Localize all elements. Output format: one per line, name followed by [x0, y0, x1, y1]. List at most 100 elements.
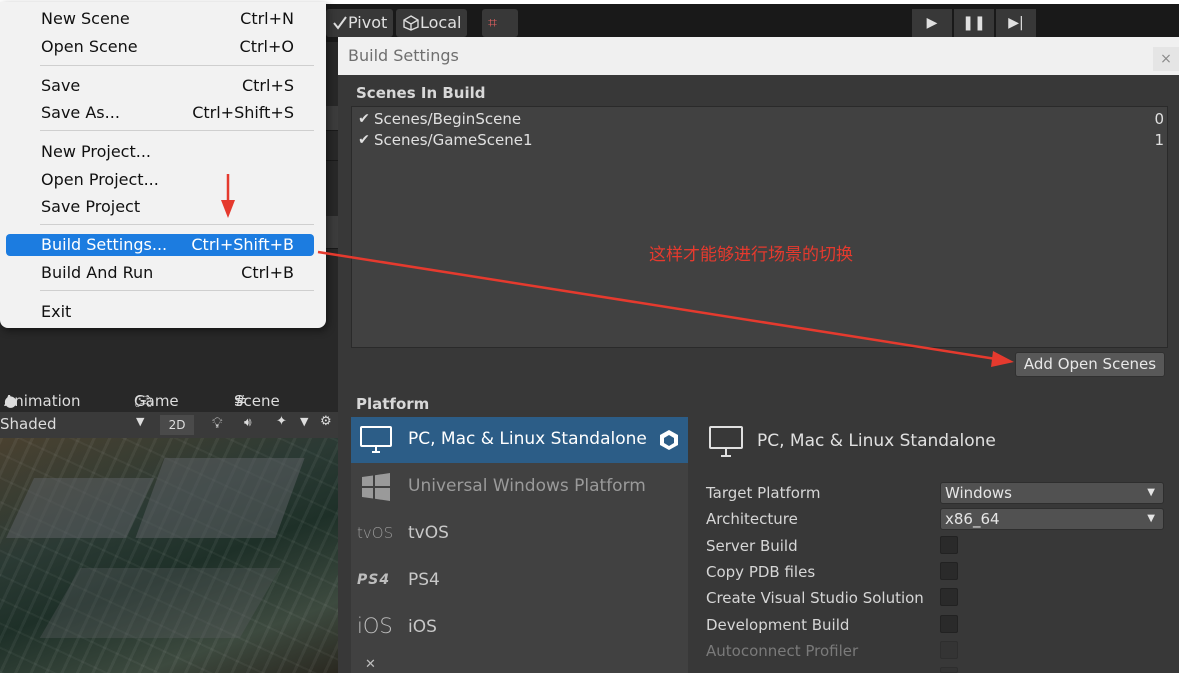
- local-label: Local: [420, 13, 462, 32]
- architecture-label: Architecture: [706, 510, 798, 528]
- view-tabs: ● Animation 🎮︎ Game # Scene: [0, 388, 340, 412]
- menu-item-new-scene[interactable]: New Scene Ctrl+N: [6, 8, 314, 30]
- autoconnect-profiler-label: Autoconnect Profiler: [706, 642, 859, 660]
- checkmark-icon[interactable]: ✔: [356, 130, 372, 151]
- autoconnect-profiler-checkbox: [940, 641, 958, 659]
- target-platform-select[interactable]: Windows ▼: [940, 482, 1164, 504]
- platform-item-standalone[interactable]: PC, Mac & Linux Standalone: [351, 417, 688, 463]
- menu-separator: [40, 130, 314, 131]
- scene-row[interactable]: ✔ Scenes/BeginScene 0: [356, 109, 1164, 130]
- play-icon[interactable]: ▶: [912, 9, 952, 37]
- menu-item-label: Save As...: [41, 103, 120, 122]
- file-menu: New Scene Ctrl+N Open Scene Ctrl+O Save …: [0, 2, 326, 328]
- toggle-2d[interactable]: 2D: [160, 415, 194, 435]
- windows-icon: [362, 473, 390, 501]
- effects-icon[interactable]: ✦: [276, 414, 287, 429]
- scene-toolbar: Shaded ▼ 2D 💡︎ 🔊︎ ✦ ▼ ⚙: [0, 412, 340, 438]
- platform-item-ios[interactable]: iOS iOS: [351, 605, 688, 651]
- add-open-scenes-button[interactable]: Add Open Scenes: [1015, 352, 1165, 377]
- pivot-label: Pivot: [348, 13, 388, 32]
- platform-item-uwp[interactable]: Universal Windows Platform: [351, 464, 688, 510]
- menu-item-label: New Project...: [41, 142, 151, 161]
- menu-item-label: Save Project: [41, 197, 141, 216]
- menu-item-shortcut: Ctrl+Shift+B: [191, 235, 294, 254]
- playback-controls: ▶ ❚❚ ▶|: [912, 9, 1036, 37]
- architecture-select[interactable]: x86_64 ▼: [940, 508, 1164, 530]
- menu-item-save-as[interactable]: Save As... Ctrl+Shift+S: [6, 102, 314, 124]
- copy-pdb-checkbox[interactable]: [940, 562, 958, 580]
- menu-item-label: Open Project...: [41, 170, 159, 189]
- copy-pdb-label: Copy PDB files: [706, 563, 816, 581]
- ios-icon: iOS: [357, 614, 393, 638]
- pause-icon[interactable]: ❚❚: [954, 9, 994, 37]
- gizmos-icon[interactable]: ⚙: [320, 414, 332, 429]
- scene-building-shape: [6, 478, 154, 538]
- grid-snap-icon: ⌗: [488, 13, 498, 32]
- platform-item-ps4[interactable]: PS4 PS4: [351, 558, 688, 604]
- menu-item-shortcut: Ctrl+Shift+S: [192, 103, 294, 122]
- scene-row[interactable]: ✔ Scenes/GameScene1 1: [356, 130, 1164, 151]
- create-vs-solution-checkbox[interactable]: [940, 588, 958, 606]
- shading-mode-select[interactable]: Shaded: [0, 415, 57, 433]
- platform-label: PS4: [408, 570, 440, 590]
- menu-item-save-project[interactable]: Save Project: [6, 196, 314, 218]
- local-toggle[interactable]: Local: [396, 9, 468, 37]
- menu-separator: [40, 224, 314, 225]
- checkmark-icon[interactable]: ✔: [356, 109, 372, 130]
- audio-icon[interactable]: 🔊︎: [244, 415, 252, 430]
- scene-name: Scenes/BeginScene: [374, 110, 522, 128]
- scene-index: 0: [1154, 110, 1164, 128]
- scene-name: Scenes/GameScene1: [374, 131, 533, 149]
- platform-label: tvOS: [408, 523, 449, 543]
- server-build-label: Server Build: [706, 537, 798, 555]
- menu-item-label: Build Settings...: [41, 235, 168, 254]
- monitor-icon: [709, 426, 743, 457]
- platform-label: PC, Mac & Linux Standalone: [408, 429, 647, 449]
- platform-heading: Platform: [356, 395, 430, 413]
- menu-item-open-project[interactable]: Open Project...: [6, 169, 314, 191]
- menu-item-build-and-run[interactable]: Build And Run Ctrl+B: [6, 262, 314, 284]
- grid-snap-button[interactable]: ⌗: [482, 9, 518, 37]
- menu-item-shortcut: Ctrl+S: [241, 76, 294, 95]
- window-title-bar: Build Settings: [338, 37, 1179, 75]
- chevron-down-icon: ▼: [1147, 513, 1155, 524]
- monitor-icon: [360, 426, 392, 453]
- menu-item-exit[interactable]: Exit: [6, 301, 314, 323]
- tab-animation-label: Animation: [4, 392, 81, 410]
- create-vs-solution-label: Create Visual Studio Solution: [706, 589, 924, 607]
- server-build-checkbox[interactable]: [940, 536, 958, 554]
- menu-item-label: Open Scene: [41, 37, 138, 56]
- xbox-icon: ✕: [365, 657, 376, 672]
- ps4-icon: PS4: [357, 572, 391, 588]
- platform-item-tvos[interactable]: tvOS tvOS: [351, 511, 688, 557]
- scene-viewport[interactable]: [0, 438, 340, 673]
- platform-label: iOS: [408, 617, 437, 637]
- menu-item-label: Exit: [41, 302, 72, 321]
- menu-item-shortcut: Ctrl+B: [241, 263, 294, 282]
- menu-item-build-settings[interactable]: Build Settings... Ctrl+Shift+B: [6, 234, 314, 256]
- step-icon[interactable]: ▶|: [996, 9, 1036, 37]
- build-settings-window: Build Settings × Scenes In Build ✔ Scene…: [338, 37, 1179, 673]
- menu-item-new-project[interactable]: New Project...: [6, 141, 314, 163]
- development-build-checkbox[interactable]: [940, 615, 958, 633]
- platform-detail-title: PC, Mac & Linux Standalone: [757, 431, 996, 451]
- pivot-toggle[interactable]: Pivot: [326, 9, 394, 37]
- lightbulb-icon[interactable]: 💡︎: [212, 414, 223, 432]
- close-icon[interactable]: ×: [1153, 47, 1179, 71]
- scenes-list[interactable]: ✔ Scenes/BeginScene 0 ✔ Scenes/GameScene…: [351, 106, 1168, 348]
- menu-item-shortcut: Ctrl+O: [239, 37, 294, 56]
- tvos-icon: tvOS: [357, 524, 394, 542]
- menu-item-open-scene[interactable]: Open Scene Ctrl+O: [6, 36, 314, 58]
- scenes-in-build-heading: Scenes In Build: [356, 84, 486, 102]
- annotation-text: 这样才能够进行场景的切换: [649, 245, 853, 265]
- development-build-label: Development Build: [706, 616, 850, 634]
- local-cube-icon: [403, 15, 419, 31]
- menu-separator: [40, 290, 314, 291]
- target-platform-value: Windows: [945, 484, 1012, 502]
- tab-scene-label: Scene: [234, 392, 280, 410]
- chevron-down-icon: ▼: [136, 415, 145, 428]
- scene-index: 1: [1154, 131, 1164, 149]
- deep-profiling-checkbox: [940, 667, 958, 673]
- target-platform-label: Target Platform: [706, 484, 821, 502]
- menu-item-save[interactable]: Save Ctrl+S: [6, 75, 314, 97]
